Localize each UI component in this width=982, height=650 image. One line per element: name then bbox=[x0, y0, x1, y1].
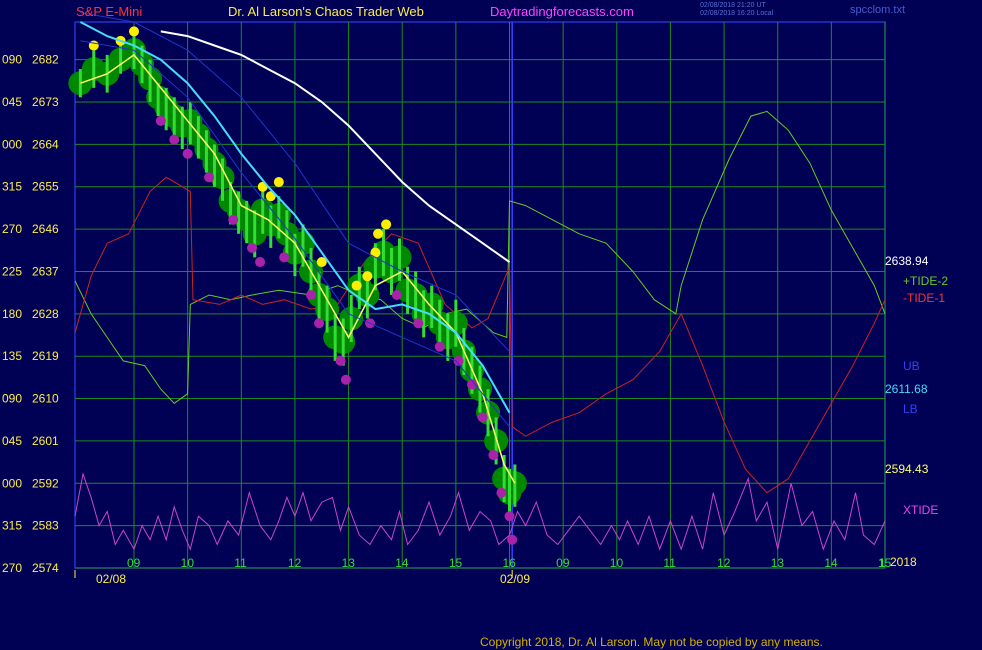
high-marker bbox=[362, 271, 373, 282]
y-tick-prefix: 270 bbox=[2, 222, 22, 236]
low-marker bbox=[314, 318, 325, 329]
low-marker bbox=[255, 257, 266, 268]
y-tick-prefix: 045 bbox=[2, 95, 22, 109]
low-marker bbox=[182, 148, 193, 159]
y-tick-prefix: 315 bbox=[2, 519, 22, 533]
x-tick-label: 15 bbox=[449, 556, 463, 570]
low-marker bbox=[279, 252, 290, 263]
low-marker bbox=[477, 412, 488, 423]
price-bars bbox=[78, 36, 517, 517]
series-line-xtide bbox=[74, 471, 886, 551]
high-marker bbox=[129, 26, 140, 37]
low-marker bbox=[496, 487, 507, 498]
y-tick-prefix: 225 bbox=[2, 264, 22, 278]
low-marker bbox=[488, 450, 499, 461]
y-tick-label: 2655 bbox=[32, 180, 59, 194]
x-tick-label: 1 bbox=[879, 556, 886, 570]
high-marker bbox=[381, 219, 392, 230]
high-marker bbox=[373, 228, 384, 239]
y-tick-prefix: 090 bbox=[2, 392, 22, 406]
low-marker bbox=[306, 290, 317, 300]
site-link[interactable]: Daytradingforecasts.com bbox=[490, 4, 634, 19]
y-tick-label: 2574 bbox=[32, 561, 59, 575]
last-value-fast-avg: 2594.43 bbox=[885, 462, 929, 476]
y-tick-prefix: 180 bbox=[2, 307, 22, 321]
y-tick-prefix: 000 bbox=[2, 476, 22, 490]
y-tick-prefix: 315 bbox=[2, 180, 22, 194]
x-tick-label: 10 bbox=[610, 556, 624, 570]
x-tick-label: 13 bbox=[342, 556, 356, 570]
copyright-notice: Copyright 2018, Dr. Al Larson. May not b… bbox=[480, 635, 823, 649]
year-label: 2018 bbox=[890, 555, 917, 569]
y-tick-prefix: 135 bbox=[2, 349, 22, 363]
legend-tide-minus1: -TIDE-1 bbox=[903, 291, 945, 305]
x-tick-label: 11 bbox=[663, 556, 676, 570]
low-marker bbox=[155, 115, 166, 126]
high-marker bbox=[273, 177, 284, 188]
x-tick-label: 10 bbox=[181, 556, 195, 570]
low-marker bbox=[507, 534, 518, 545]
low-marker bbox=[228, 214, 239, 225]
low-marker bbox=[391, 290, 402, 300]
date-label: 02/08 bbox=[96, 572, 126, 586]
y-tick-label: 2628 bbox=[32, 307, 59, 321]
legend-tide-plus2: +TIDE-2 bbox=[903, 274, 948, 288]
high-marker bbox=[351, 280, 362, 291]
timestamp-local: 02/08/2018 16:20 Local bbox=[700, 10, 774, 17]
x-tick-label: 09 bbox=[127, 556, 141, 570]
x-tick-label: 09 bbox=[556, 556, 570, 570]
y-tick-label: 2619 bbox=[32, 349, 59, 363]
legend-lower-band: LB bbox=[903, 402, 918, 416]
y-tick-label: 2646 bbox=[32, 222, 59, 236]
low-marker bbox=[335, 355, 346, 366]
last-value-mid-avg: 2611.68 bbox=[885, 382, 928, 396]
x-tick-label: 13 bbox=[771, 556, 785, 570]
data-file-name: spcclom.txt bbox=[850, 4, 906, 16]
low-marker bbox=[434, 341, 445, 352]
low-marker bbox=[340, 374, 351, 385]
x-tick-label: 12 bbox=[717, 556, 731, 570]
site-title: Dr. Al Larson's Chaos Trader Web bbox=[228, 4, 424, 19]
low-marker bbox=[204, 172, 215, 183]
low-marker bbox=[504, 511, 515, 522]
x-tick-label: 14 bbox=[824, 556, 838, 570]
y-tick-label: 2637 bbox=[32, 264, 59, 278]
timestamp-ut: 02/08/2018 21:20 UT bbox=[700, 2, 766, 9]
x-tick-label: 12 bbox=[288, 556, 302, 570]
legend-xtide: XTIDE bbox=[903, 503, 938, 517]
y-tick-label: 2682 bbox=[32, 53, 59, 67]
last-value-slow-avg: 2638.94 bbox=[885, 254, 929, 268]
x-tick-label: 14 bbox=[395, 556, 409, 570]
high-marker bbox=[370, 247, 381, 258]
y-tick-prefix: 270 bbox=[2, 561, 22, 575]
y-tick-label: 2610 bbox=[32, 392, 59, 406]
legend-upper-band: UB bbox=[903, 359, 920, 373]
low-marker bbox=[413, 318, 424, 329]
low-marker bbox=[169, 134, 180, 145]
chaos-chart: 090 2682 045 2673 000 2664 315 2655 270 2646 225 26… bbox=[2, 12, 948, 586]
low-marker bbox=[247, 242, 258, 253]
y-tick-prefix: 090 bbox=[2, 53, 22, 67]
instrument-title: S&P E-Mini bbox=[76, 4, 143, 19]
series-line-fast-avg bbox=[80, 53, 516, 484]
plot-frame bbox=[74, 21, 886, 569]
axis-labels: 090 2682 045 2673 000 2664 315 2655 270 2646 225 26… bbox=[2, 53, 948, 586]
y-tick-label: 2583 bbox=[32, 519, 59, 533]
y-tick-label: 2673 bbox=[32, 95, 59, 109]
grid bbox=[74, 21, 886, 569]
date-label: 02/09 bbox=[500, 572, 530, 586]
y-tick-prefix: 045 bbox=[2, 434, 22, 448]
y-tick-label: 2664 bbox=[32, 137, 59, 151]
series-line-tide-minus1 bbox=[74, 176, 886, 494]
y-tick-prefix: 000 bbox=[2, 137, 22, 151]
y-tick-label: 2592 bbox=[32, 476, 59, 490]
x-tick-label: 16 bbox=[503, 556, 517, 570]
y-tick-label: 2601 bbox=[32, 434, 59, 448]
x-tick-label: 11 bbox=[234, 556, 247, 570]
